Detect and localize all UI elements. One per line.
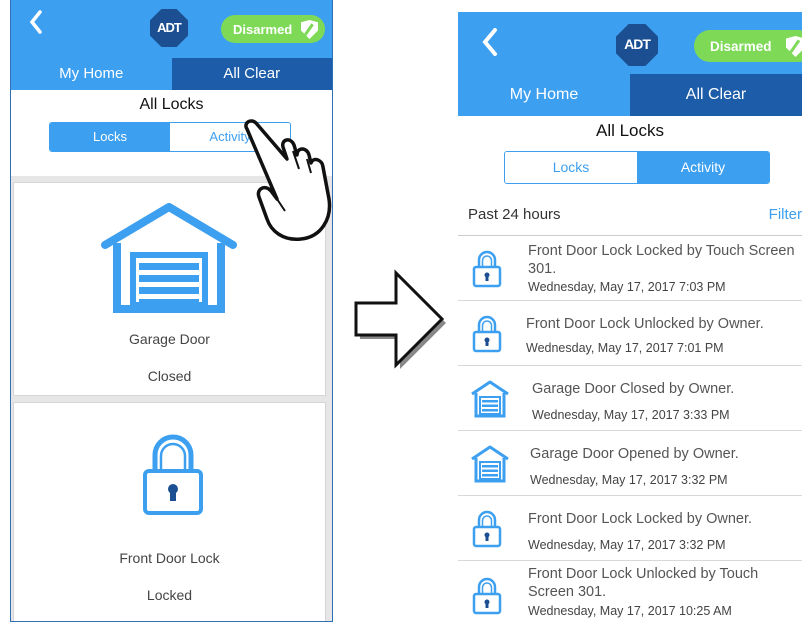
activity-event: Front Door Lock Locked by Touch Screen 3… xyxy=(528,243,795,277)
security-status-button[interactable]: Disarmed xyxy=(694,30,802,62)
location-tabs: My Home All Clear xyxy=(458,74,802,116)
activity-filter-bar: Past 24 hours Filter xyxy=(458,200,802,236)
locks-screen: ADT Disarmed My Home All Clear All Locks… xyxy=(10,0,333,622)
chevron-left-icon xyxy=(29,10,42,34)
adt-logo: ADT xyxy=(150,9,188,47)
activity-row[interactable]: Front Door Lock Unlocked by Touch Screen… xyxy=(458,561,802,622)
activity-event: Garage Door Opened by Owner. xyxy=(530,446,739,462)
right-arrow-icon xyxy=(354,269,446,369)
tab-all-clear[interactable]: All Clear xyxy=(171,58,332,90)
device-name: Garage Door xyxy=(129,331,210,347)
device-status: Closed xyxy=(147,368,192,384)
security-status-label: Disarmed xyxy=(710,39,772,54)
back-button[interactable] xyxy=(29,10,43,41)
location-tabs: My Home All Clear xyxy=(11,58,332,90)
activity-time: Wednesday, May 17, 2017 3:32 PM xyxy=(528,538,726,552)
activity-row[interactable]: Garage Door Closed by Owner. Wednesday, … xyxy=(458,366,802,431)
security-status-label: Disarmed xyxy=(233,22,293,37)
shield-icon xyxy=(786,36,802,57)
device-card-front-door-lock[interactable]: Front Door Lock Locked xyxy=(13,402,326,621)
adt-logo: ADT xyxy=(616,24,658,66)
device-status: Locked xyxy=(146,587,193,603)
activity-time: Wednesday, May 17, 2017 10:25 AM xyxy=(528,604,732,618)
segment-locks[interactable]: Locks xyxy=(505,152,637,183)
garage-door-icon xyxy=(101,203,237,313)
pointing-hand-icon xyxy=(244,119,332,241)
garage-door-icon xyxy=(470,380,510,418)
activity-time: Wednesday, May 17, 2017 7:03 PM xyxy=(528,280,726,294)
activity-event: Front Door Lock Locked by Owner. xyxy=(528,511,753,527)
view-segmented-control: Locks Activity xyxy=(504,151,770,184)
segment-activity[interactable]: Activity xyxy=(637,152,769,183)
filter-button[interactable]: Filter xyxy=(769,206,802,223)
page-title: All Locks xyxy=(595,121,665,140)
activity-row[interactable]: Garage Door Opened by Owner. Wednesday, … xyxy=(458,431,802,496)
device-name: Front Door Lock xyxy=(119,550,220,566)
back-button[interactable] xyxy=(482,28,498,61)
activity-row[interactable]: Front Door Lock Locked by Touch Screen 3… xyxy=(458,236,802,301)
activity-event: Garage Door Closed by Owner. xyxy=(532,381,735,397)
tab-my-home[interactable]: My Home xyxy=(11,58,172,90)
padlock-icon xyxy=(472,577,502,615)
adt-logo-text: ADT xyxy=(624,36,651,52)
shield-icon xyxy=(301,20,318,39)
activity-event: Front Door Lock Unlocked by Touch Screen… xyxy=(528,566,759,600)
adt-logo-text: ADT xyxy=(157,20,182,35)
segment-locks[interactable]: Locks xyxy=(50,123,170,151)
padlock-icon xyxy=(472,510,502,548)
garage-door-icon xyxy=(470,445,510,483)
padlock-icon xyxy=(472,315,502,353)
time-period-label: Past 24 hours xyxy=(468,206,561,223)
top-bar: ADT Disarmed xyxy=(458,12,802,74)
tab-my-home[interactable]: My Home xyxy=(458,74,630,116)
security-status-button[interactable]: Disarmed xyxy=(221,15,325,43)
activity-time: Wednesday, May 17, 2017 7:01 PM xyxy=(526,341,724,355)
activity-row[interactable]: Front Door Lock Locked by Owner. Wednesd… xyxy=(458,496,802,561)
tab-all-clear[interactable]: All Clear xyxy=(630,74,802,116)
chevron-left-icon xyxy=(482,28,497,56)
padlock-icon xyxy=(472,250,502,288)
activity-event: Front Door Lock Unlocked by Owner. xyxy=(526,316,764,332)
activity-screen: ADT Disarmed My Home All Clear All Locks… xyxy=(458,12,802,622)
activity-row[interactable]: Front Door Lock Unlocked by Owner. Wedne… xyxy=(458,301,802,366)
page-title: All Locks xyxy=(139,96,204,113)
padlock-icon xyxy=(143,434,203,515)
activity-time: Wednesday, May 17, 2017 3:33 PM xyxy=(532,408,730,422)
activity-time: Wednesday, May 17, 2017 3:32 PM xyxy=(530,473,728,487)
top-bar: ADT Disarmed xyxy=(11,0,332,58)
